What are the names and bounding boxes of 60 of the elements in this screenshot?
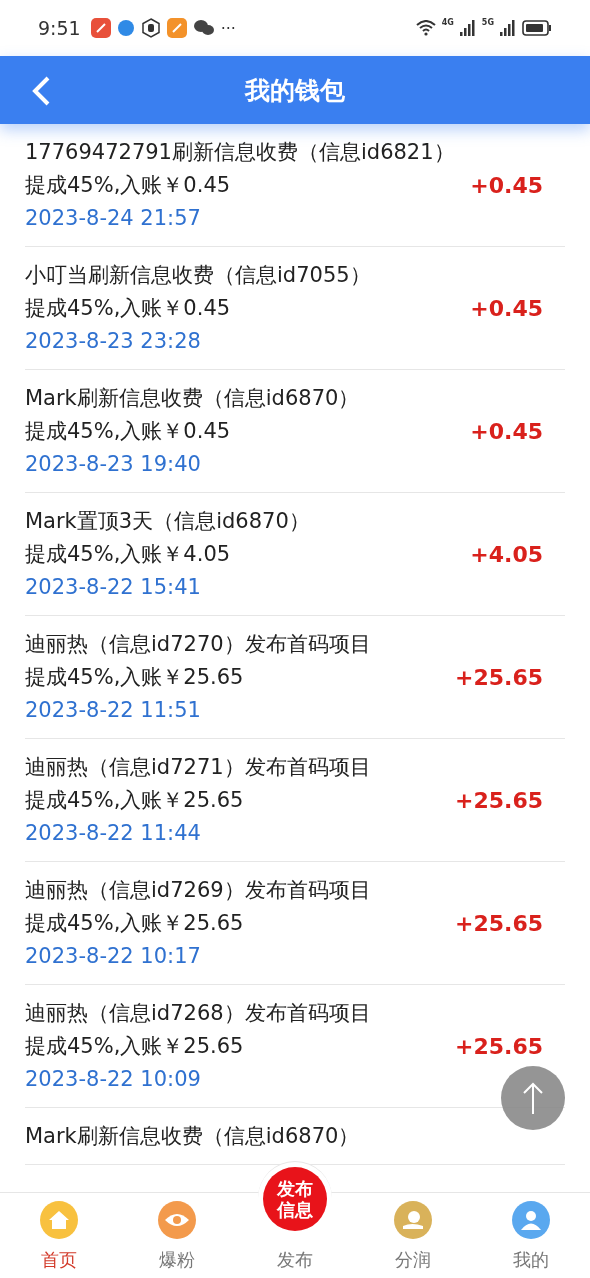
nav-icon-circle[interactable] <box>512 1201 550 1239</box>
publish-button[interactable]: 发布 信息 <box>263 1166 327 1231</box>
hand-icon <box>140 18 161 38</box>
chat-icon <box>192 19 215 37</box>
record-title: 迪丽热（信息id7268）发布首码项目 <box>25 1001 372 1026</box>
signal-icon <box>459 20 476 36</box>
record-title: 17769472791刷新信息收费（信息id6821） <box>25 140 456 165</box>
record-detail: 提成45%,入账￥0.45 <box>25 296 232 321</box>
record-detail: 提成45%,入账￥4.05 <box>25 542 232 567</box>
record-amount: +25.65 <box>454 665 543 690</box>
record-date: 2023-8-22 11:44 <box>25 821 202 846</box>
battery-icon <box>522 20 552 36</box>
record-date: 2023-8-24 21:57 <box>25 206 202 231</box>
network-label: 4G <box>441 18 454 27</box>
record-date: 2023-8-22 11:51 <box>25 698 202 723</box>
record-detail: 提成45%,入账￥25.65 <box>25 788 245 813</box>
record-title: Mark刷新信息收费（信息id6870） <box>25 386 361 411</box>
wifi-icon <box>415 20 436 36</box>
nav-label[interactable]: 我的 <box>513 1248 549 1272</box>
record-date: 2023-8-23 23:28 <box>25 329 202 354</box>
record-amount: +0.45 <box>470 419 543 444</box>
record-date: 2023-8-22 10:09 <box>25 1067 202 1092</box>
nav-label[interactable]: 分润 <box>395 1248 431 1272</box>
more-notifications: ··· <box>220 18 236 38</box>
record-amount: +25.65 <box>454 911 543 936</box>
status-time: 9:51 <box>38 17 81 39</box>
eye-icon <box>164 1212 190 1228</box>
record-title: Mark刷新信息收费（信息id6870） <box>25 1124 361 1149</box>
page-title: 我的钱包 <box>245 74 345 107</box>
record-amount: +0.45 <box>470 173 543 198</box>
record-date: 2023-8-22 15:41 <box>25 575 202 600</box>
record-detail: 提成45%,入账￥25.65 <box>25 911 245 936</box>
signal-icon <box>500 20 516 36</box>
record-amount: +0.45 <box>470 296 543 321</box>
network-label: 5G <box>481 18 494 27</box>
record-title: 迪丽热（信息id7269）发布首码项目 <box>25 878 372 903</box>
record-detail: 提成45%,入账￥25.65 <box>25 665 245 690</box>
record-detail: 提成45%,入账￥25.65 <box>25 1034 245 1059</box>
record-amount: +25.65 <box>454 788 543 813</box>
record-detail: 提成45%,入账￥0.45 <box>25 419 232 444</box>
record-date: 2023-8-22 10:17 <box>25 944 202 969</box>
record-amount: +4.05 <box>470 542 543 567</box>
record-date: 2023-8-23 19:40 <box>25 452 202 477</box>
nav-label[interactable]: 首页 <box>41 1248 77 1272</box>
back-icon[interactable] <box>30 76 52 106</box>
house-icon <box>48 1210 70 1230</box>
record-title: 迪丽热（信息id7271）发布首码项目 <box>25 755 372 780</box>
user-icon <box>520 1209 542 1231</box>
record-title: 小叮当刷新信息收费（信息id7055） <box>25 263 372 288</box>
nav-label[interactable]: 发布 <box>277 1248 313 1272</box>
record-title: 迪丽热（信息id7270）发布首码项目 <box>25 632 372 657</box>
nav-icon-circle[interactable] <box>158 1201 196 1239</box>
nav-icon-circle[interactable] <box>40 1201 78 1239</box>
arrow-up-icon <box>522 1081 544 1115</box>
nav-icon-circle[interactable] <box>394 1201 432 1239</box>
record-amount: +25.65 <box>454 1034 543 1059</box>
record-detail: 提成45%,入账￥0.45 <box>25 173 232 198</box>
record-title: Mark置顶3天（信息id6870） <box>25 509 311 534</box>
nav-label[interactable]: 爆粉 <box>159 1248 195 1272</box>
app-icon <box>90 18 111 38</box>
